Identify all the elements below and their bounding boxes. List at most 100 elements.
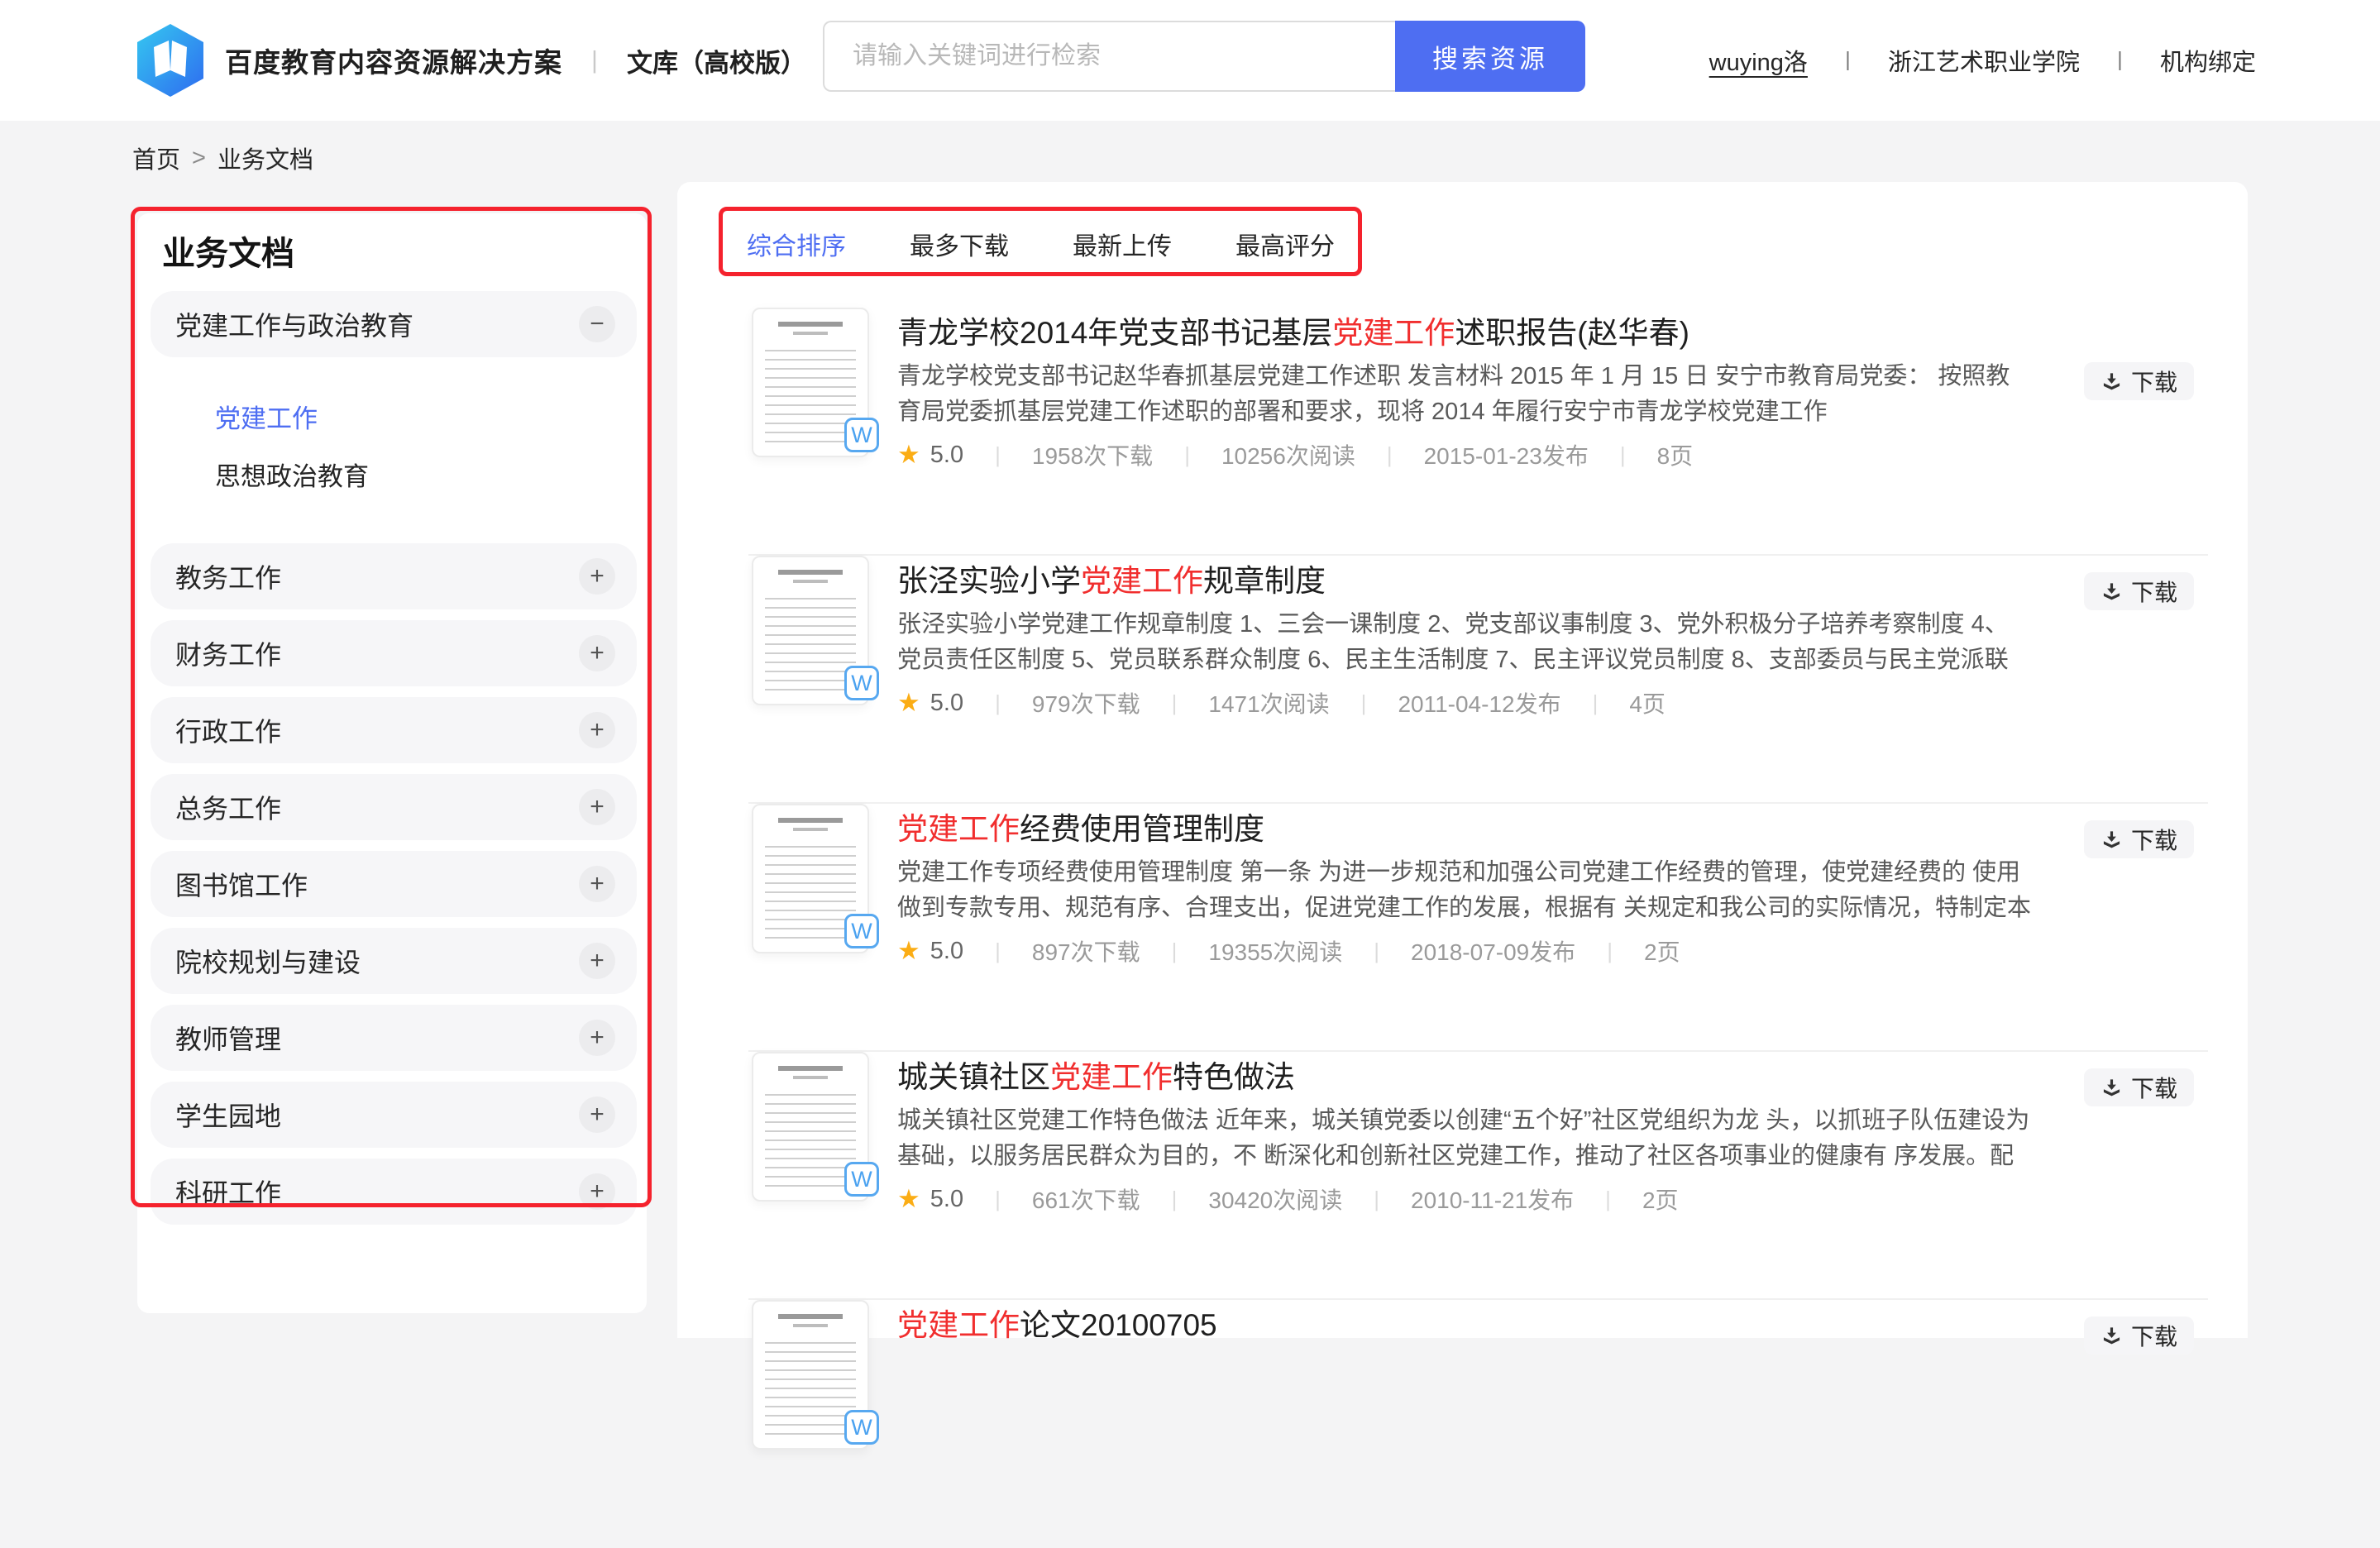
download-button-label: 下载 [2131,1071,2177,1104]
document-thumbnail[interactable]: W [752,308,869,457]
expand-toggle-icon[interactable]: + [579,712,615,748]
sidebar-category[interactable]: 科研工作 + [151,1159,637,1225]
expand-toggle-icon[interactable]: − [579,306,615,342]
sidebar-category[interactable]: 教师管理 + [151,1005,637,1071]
sidebar-category[interactable]: 院校规划与建设 + [151,928,637,994]
title-keyword-highlight: 党建工作 [1050,1060,1173,1094]
category-list: 党建工作与政治教育 − 党建工作 思想政治教育 教务工作 + 财务工作 + 行政… [151,291,637,1235]
thumbnail-subtitle-line [793,1324,828,1327]
download-button[interactable]: 下载 [2084,1068,2194,1106]
sort-tab[interactable]: 综合排序 [747,226,846,262]
expand-toggle-icon[interactable]: + [579,1020,615,1056]
nav-separator: 丨 [1838,45,1858,75]
download-button[interactable]: 下载 [2084,820,2194,858]
sidebar-category-label: 财务工作 [175,634,579,672]
sidebar-category[interactable]: 图书馆工作 + [151,851,637,917]
document-thumbnail[interactable]: W [752,1052,869,1202]
thumbnail-title-line [778,570,843,575]
title-text: 经费使用管理制度 [1020,812,1264,846]
document-meta: ★ 5.0 | 979次下载 | 1471次阅读 | 2011-04-12发布 … [897,686,2032,719]
title-keyword-highlight: 党建工作 [1081,564,1203,598]
download-button-label: 下载 [2131,1319,2177,1352]
thumbnail-text-lines [765,1087,856,1188]
title-text: 规章制度 [1203,564,1326,598]
expand-toggle-icon[interactable]: + [579,635,615,671]
title-text: 城关镇社区 [897,1060,1050,1094]
download-button[interactable]: 下载 [2084,572,2194,610]
read-count: 1471次阅读 [1208,686,1329,719]
document-info: 城关镇社区党建工作特色做法 城关镇社区党建工作特色做法 近年来，城关镇党委以创建… [897,1052,2032,1216]
thumbnail-title-line [778,1066,843,1071]
title-text: 述职报告(赵华春) [1455,316,1689,350]
breadcrumb-home[interactable]: 首页 [132,141,180,175]
document-description: 党建工作专项经费使用管理制度 第一条 为进一步规范和加强公司党建工作经费的管理，… [897,855,2032,926]
word-doc-badge: W [844,1410,879,1445]
sidebar-category[interactable]: 总务工作 + [151,774,637,840]
sidebar-category-label: 教师管理 [175,1019,579,1057]
search-input[interactable] [823,21,1395,92]
sidebar-category[interactable]: 财务工作 + [151,620,637,686]
search-button[interactable]: 搜索资源 [1395,21,1585,92]
title-text: 青龙学校2014年党支部书记基层 [897,316,1332,350]
thumbnail-text-lines [765,1335,856,1436]
rating-value: 5.0 [930,690,963,717]
page-count: 8页 [1657,438,1694,471]
document-row: W 党建工作论文20100705 | | | | 下载 [748,1300,2208,1548]
rating-value: 5.0 [930,938,963,965]
org-bind-link[interactable]: 机构绑定 [2160,43,2256,78]
star-icon: ★ [897,440,920,470]
sidebar-title: 业务文档 [162,227,294,275]
sidebar-category[interactable]: 教务工作 + [151,543,637,609]
rating-value: 5.0 [930,442,963,469]
brand-separator: 丨 [582,42,607,79]
expand-toggle-icon[interactable]: + [579,1096,615,1133]
title-text: 张泾实验小学 [897,564,1081,598]
document-row: W 张泾实验小学党建工作规章制度 张泾实验小学党建工作规章制度 1、三会一课制度… [748,556,2208,804]
star-icon: ★ [897,688,920,718]
sidebar-category[interactable]: 行政工作 + [151,697,637,763]
document-thumbnail[interactable]: W [752,1300,869,1450]
thumbnail-subtitle-line [793,1076,828,1079]
document-row: W 党建工作经费使用管理制度 党建工作专项经费使用管理制度 第一条 为进一步规范… [748,804,2208,1052]
thumbnail-subtitle-line [793,580,828,583]
sort-tab[interactable]: 最高评分 [1235,226,1335,262]
breadcrumb: 首页 > 业务文档 [132,141,313,175]
username-link[interactable]: wuying洛 [1709,43,1808,78]
document-title[interactable]: 党建工作经费使用管理制度 [897,810,2032,848]
document-thumbnail[interactable]: W [752,804,869,953]
sidebar-subcategory[interactable]: 党建工作 [215,396,637,436]
expand-toggle-icon[interactable]: + [579,789,615,825]
download-button[interactable]: 下载 [2084,1316,2194,1354]
download-button[interactable]: 下载 [2084,362,2194,400]
read-count: 10256次阅读 [1221,438,1355,471]
document-info: 青龙学校2014年党支部书记基层党建工作述职报告(赵华春) 青龙学校党支部书记赵… [897,308,2032,471]
document-description: 城关镇社区党建工作特色做法 近年来，城关镇党委以创建“五个好”社区党组织为龙 头… [897,1103,2032,1174]
document-thumbnail[interactable]: W [752,556,869,705]
sidebar-category[interactable]: 党建工作与政治教育 − [151,291,637,357]
organization-link[interactable]: 浙江艺术职业学院 [1888,43,2080,78]
category-sidebar: 业务文档 党建工作与政治教育 − 党建工作 思想政治教育 教务工作 + 财务工作… [137,213,647,1313]
document-title[interactable]: 党建工作论文20100705 [897,1307,2032,1345]
thumbnail-title-line [778,818,843,823]
document-meta: ★ 5.0 | 897次下载 | 19355次阅读 | 2018-07-09发布… [897,934,2032,967]
sort-tab[interactable]: 最多下载 [910,226,1009,262]
expand-toggle-icon[interactable]: + [579,866,615,902]
nav-separator: 丨 [2110,45,2130,75]
sidebar-subcategory[interactable]: 思想政治教育 [215,454,637,494]
read-count: 19355次阅读 [1208,934,1342,967]
thumbnail-subtitle-line [793,332,828,335]
expand-toggle-icon[interactable]: + [579,558,615,595]
download-count: 1958次下载 [1032,438,1153,471]
document-title[interactable]: 城关镇社区党建工作特色做法 [897,1058,2032,1096]
sort-tab[interactable]: 最新上传 [1073,226,1172,262]
expand-toggle-icon[interactable]: + [579,1173,615,1210]
expand-toggle-icon[interactable]: + [579,943,615,979]
sidebar-category[interactable]: 学生园地 + [151,1082,637,1148]
sidebar-category-label: 图书馆工作 [175,865,579,903]
star-icon: ★ [897,1184,920,1214]
document-title[interactable]: 青龙学校2014年党支部书记基层党建工作述职报告(赵华春) [897,314,2032,352]
download-icon [2100,1325,2123,1347]
thumbnail-title-line [778,322,843,327]
document-title[interactable]: 张泾实验小学党建工作规章制度 [897,562,2032,600]
thumbnail-subtitle-line [793,828,828,831]
